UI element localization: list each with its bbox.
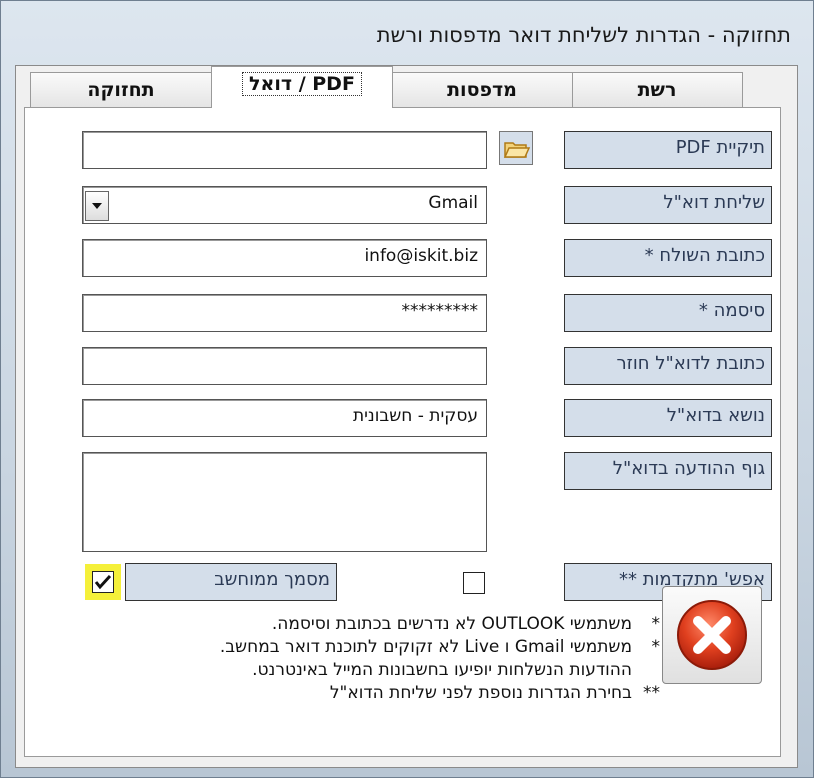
window-title: תחזוקה - הגדרות לשליחת דואר מדפסות ורשת <box>376 23 791 47</box>
note-text: משתמשי Gmail ו Live לא זקוקים לתוכנת דוא… <box>219 637 632 657</box>
note-line: * משתמשי Gmail ו Live לא זקוקים לתוכנת דו… <box>220 636 660 659</box>
email-provider-value: Gmail <box>428 193 478 213</box>
note-star: * <box>651 637 661 657</box>
note-star: * <box>651 614 661 634</box>
password-input[interactable]: ********* <box>82 294 487 332</box>
tab-printers-label: מדפסות <box>447 79 517 101</box>
body-textarea[interactable] <box>82 452 487 552</box>
tab-maintenance[interactable]: תחזוקה <box>30 72 212 108</box>
tab-printers[interactable]: מדפסות <box>391 72 573 108</box>
advanced-options-checkbox[interactable] <box>463 572 485 594</box>
sender-address-label: כתובת השולח * <box>564 239 772 277</box>
note-text: בחירת הגדרות נוספת לפני שליחת הדוא"ל <box>329 683 632 703</box>
reply-address-label: כתובת לדוא"ל חוזר <box>564 347 772 385</box>
checkmark-icon <box>94 574 112 590</box>
tab-email-pdf[interactable]: דואל / PDF <box>211 66 393 108</box>
note-line: ההודעות הנשלחות יופיעו בחשבונות המייל בא… <box>220 659 660 682</box>
pdf-folder-label: תיקיית PDF <box>564 131 772 169</box>
pdf-folder-input[interactable] <box>82 131 487 169</box>
note-text: ההודעות הנשלחות יופיעו בחשבונות המייל בא… <box>252 660 632 680</box>
password-label: סיסמה * <box>564 294 772 332</box>
note-line: ** בחירת הגדרות נוספת לפני שליחת הדוא"ל <box>220 682 660 705</box>
tab-network[interactable]: רשת <box>571 72 743 108</box>
window-client-area: רשת מדפסות דואל / PDF תחזוקה תיקיית PDF … <box>15 65 798 768</box>
subject-label: נושא בדוא"ל <box>564 399 772 437</box>
reply-address-input[interactable] <box>82 347 487 385</box>
note-line: * משתמשי OUTLOOK לא נדרשים בכתובת וסיסמה. <box>220 613 660 636</box>
email-provider-dropdown-button[interactable] <box>85 191 109 221</box>
note-text: משתמשי OUTLOOK לא נדרשים בכתובת וסיסמה. <box>271 614 632 634</box>
notes-block: * משתמשי OUTLOOK לא נדרשים בכתובת וסיסמה.… <box>220 613 660 705</box>
computerized-doc-checkbox[interactable] <box>92 571 114 593</box>
note-star: ** <box>643 683 660 703</box>
settings-window: תחזוקה - הגדרות לשליחת דואר מדפסות ורשת … <box>0 0 814 778</box>
sender-address-input[interactable]: info@iskit.biz <box>82 239 487 277</box>
tab-email-pdf-label: דואל / PDF <box>242 72 362 96</box>
close-button[interactable] <box>662 586 762 684</box>
subject-input[interactable]: עסקית - חשבונית <box>82 399 487 437</box>
browse-folder-button[interactable] <box>499 131 533 165</box>
close-x-icon <box>677 600 747 670</box>
folder-open-icon <box>503 142 531 158</box>
body-label: גוף ההודעה בדוא"ל <box>564 452 772 490</box>
email-provider-select[interactable]: Gmail <box>82 186 487 224</box>
tab-network-label: רשת <box>637 79 677 101</box>
chevron-down-icon <box>92 203 102 209</box>
tab-maintenance-label: תחזוקה <box>87 79 155 101</box>
email-send-label: שליחת דוא"ל <box>564 186 772 224</box>
computerized-doc-label: מסמך ממוחשב <box>125 563 337 601</box>
